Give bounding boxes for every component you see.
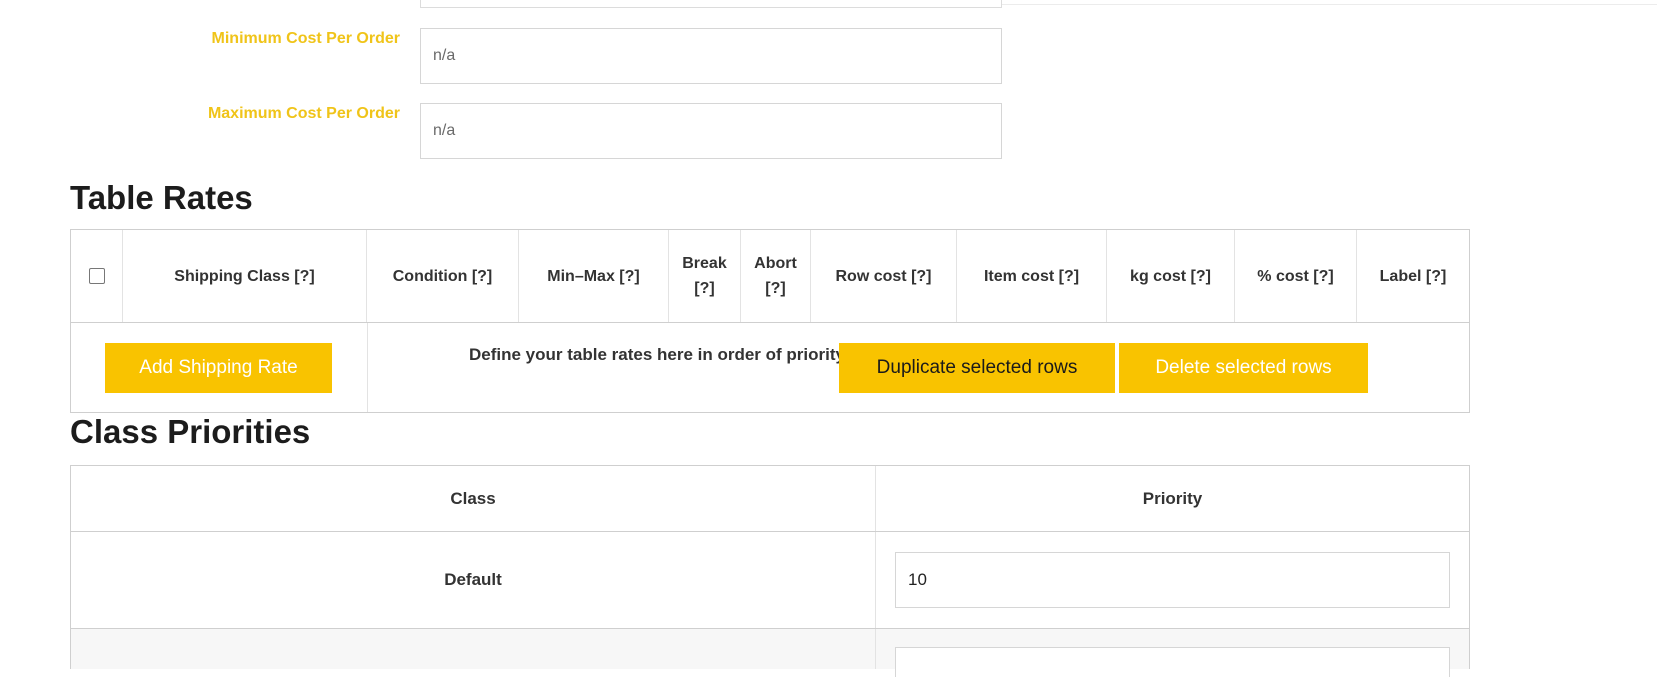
table-rates-header: Shipping Class [?] Condition [?] Min–Max… bbox=[71, 230, 1469, 323]
class-name-cell bbox=[71, 629, 876, 669]
top-divider bbox=[1002, 4, 1657, 5]
add-shipping-rate-button[interactable]: Add Shipping Rate bbox=[105, 343, 332, 393]
priority-cell bbox=[876, 629, 1469, 677]
duplicate-rows-button[interactable]: Duplicate selected rows bbox=[839, 343, 1115, 393]
footer-divider bbox=[367, 323, 368, 412]
priority-input[interactable] bbox=[895, 552, 1450, 608]
max-cost-input[interactable] bbox=[420, 103, 1002, 159]
col-shipping-class[interactable]: Shipping Class [?] bbox=[123, 230, 367, 322]
col-class: Class bbox=[71, 466, 876, 531]
select-all-checkbox[interactable] bbox=[88, 268, 105, 284]
class-name-cell: Default bbox=[71, 532, 876, 628]
col-item-cost[interactable]: Item cost [?] bbox=[957, 230, 1107, 322]
col-condition[interactable]: Condition [?] bbox=[367, 230, 519, 322]
table-rates-table: Shipping Class [?] Condition [?] Min–Max… bbox=[70, 229, 1470, 413]
select-all-cell bbox=[71, 230, 123, 322]
col-priority: Priority bbox=[1142, 488, 1203, 508]
priority-cell bbox=[876, 532, 1469, 628]
col-min-max[interactable]: Min–Max [?] bbox=[519, 230, 669, 322]
table-rates-footer: Add Shipping Rate Define your table rate… bbox=[71, 323, 1469, 412]
class-priorities-heading: Class Priorities bbox=[70, 413, 311, 450]
table-rates-help-text: Define your table rates here in order of… bbox=[469, 345, 849, 364]
priorities-header-row: Class Priority bbox=[71, 466, 1469, 532]
delete-rows-button[interactable]: Delete selected rows bbox=[1119, 343, 1368, 393]
col-kg-cost[interactable]: kg cost [?] bbox=[1107, 230, 1235, 322]
col-label[interactable]: Label [?] bbox=[1357, 230, 1469, 322]
col-percent-cost[interactable]: % cost [?] bbox=[1235, 230, 1357, 322]
min-cost-label: Minimum Cost Per Order bbox=[211, 30, 400, 47]
priority-row bbox=[71, 629, 1469, 677]
class-priorities-table: Class Priority Default bbox=[70, 465, 1470, 677]
col-abort[interactable]: Abort [?] bbox=[741, 230, 811, 322]
min-cost-row: Minimum Cost Per Order bbox=[0, 28, 1002, 84]
max-cost-label: Maximum Cost Per Order bbox=[207, 105, 400, 122]
col-row-cost[interactable]: Row cost [?] bbox=[811, 230, 957, 322]
priority-row: Default bbox=[71, 532, 1469, 629]
table-rates-heading: Table Rates bbox=[70, 179, 253, 216]
previous-field-edge bbox=[420, 0, 1002, 8]
max-cost-row: Maximum Cost Per Order bbox=[0, 103, 1002, 159]
col-break[interactable]: Break [?] bbox=[669, 230, 741, 322]
min-cost-input[interactable] bbox=[420, 28, 1002, 84]
